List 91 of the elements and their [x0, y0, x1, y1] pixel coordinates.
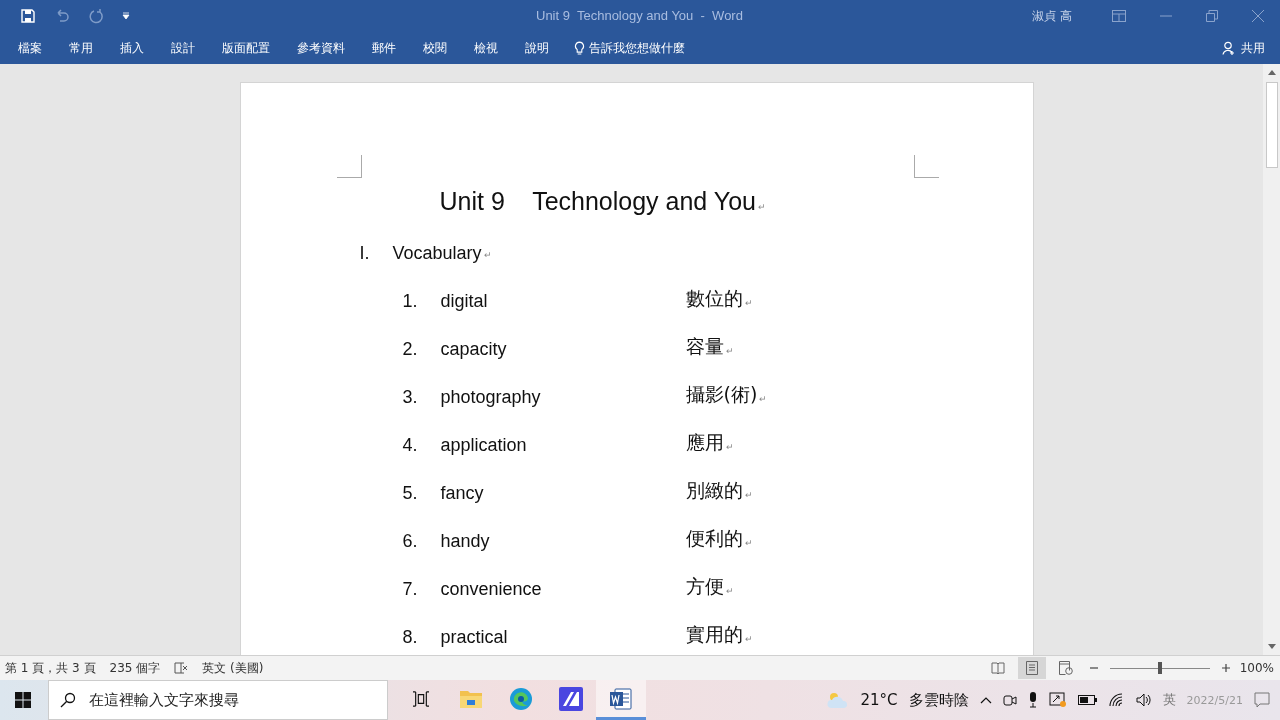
redo-icon[interactable] [88, 8, 104, 24]
word-meaning: 實用的 [685, 622, 743, 647]
list-number: 7. [402, 579, 419, 600]
ribbon-tab[interactable]: 檔案 [6, 35, 54, 61]
word-meaning: 別緻的 [685, 478, 743, 503]
list-number: 5. [402, 483, 419, 504]
paragraph-mark: ↵ [725, 586, 734, 596]
paragraph-mark: ↵ [744, 634, 753, 644]
vocabulary-word: fancy [440, 483, 485, 504]
ribbon-tab[interactable]: 常用 [57, 35, 105, 61]
weather-temperature[interactable]: 21°C [860, 691, 898, 709]
battery-icon[interactable] [1077, 695, 1098, 705]
input-method-indicator[interactable]: 英 [1162, 691, 1176, 709]
paragraph-mark: ↵ [725, 346, 734, 356]
paragraph-mark: ↵ [759, 394, 768, 404]
wifi-icon[interactable] [1108, 693, 1125, 707]
ribbon-tab[interactable]: 說明 [513, 35, 561, 61]
share-button[interactable]: 共用 [1222, 35, 1265, 61]
scroll-thumb[interactable] [1265, 82, 1278, 168]
zoom-thumb[interactable] [1157, 662, 1162, 674]
list-number: 2. [402, 339, 419, 360]
ribbon-display-icon[interactable] [1112, 10, 1126, 22]
page-count[interactable]: 第 1 頁，共 3 頁 [5, 659, 96, 677]
restore-icon[interactable] [1206, 10, 1218, 22]
word-meaning: 方便 [685, 574, 724, 599]
web-page-icon [1058, 661, 1073, 675]
ribbon-tab[interactable]: 校閱 [411, 35, 459, 61]
word-count[interactable]: 235 個字 [109, 659, 161, 677]
list-number: I. [359, 243, 371, 264]
lightbulb-icon [574, 40, 585, 56]
ribbon-tab[interactable]: 郵件 [360, 35, 408, 61]
list-number: 6. [402, 531, 419, 552]
list-number: 4. [402, 435, 419, 456]
word-meaning: 數位的 [685, 286, 743, 311]
windows-logo-icon[interactable] [15, 692, 31, 708]
ribbon-tab[interactable]: 版面配置 [210, 35, 282, 61]
ribbon-tab[interactable]: 參考資料 [285, 35, 357, 61]
ribbon-tab[interactable]: 插入 [108, 35, 156, 61]
chevron-up-icon[interactable] [979, 696, 992, 704]
word-meaning: 攝影(術) [685, 382, 758, 407]
list-number: 8. [402, 627, 419, 648]
vocabulary-word: application [440, 435, 528, 456]
word-meaning: 容量 [685, 334, 724, 359]
user-name[interactable]: 淑貞 高 [1032, 7, 1072, 25]
vertical-scrollbar[interactable] [1263, 64, 1280, 655]
save-icon[interactable] [20, 8, 36, 24]
print-layout-button[interactable] [1017, 657, 1046, 679]
vocabulary-word: convenience [440, 579, 543, 600]
caret-icon[interactable] [122, 12, 130, 20]
crop-mark [336, 155, 362, 178]
microphone-icon[interactable] [1027, 692, 1038, 708]
paragraph-mark: ↵ [757, 202, 766, 212]
person-icon [1222, 41, 1236, 55]
camera-icon[interactable] [1002, 693, 1017, 707]
paragraph-mark: ↵ [483, 250, 492, 260]
ribbon-tab[interactable]: 檢視 [462, 35, 510, 61]
word-meaning: 應用 [685, 430, 724, 455]
page-icon [1025, 661, 1038, 675]
list-number: 3. [402, 387, 419, 408]
document-title: Unit 9 Technology and You [439, 187, 756, 216]
task-view-icon [412, 690, 430, 707]
search-field[interactable]: 在這裡輸入文字來搜尋 [48, 680, 388, 720]
tell-me-button[interactable]: 告訴我您想做什麼 [574, 35, 685, 61]
zoom-level[interactable]: 100% [1239, 661, 1274, 675]
window-title: Unit 9 Technology and You - Word [536, 8, 743, 23]
proofing-icon[interactable] [174, 662, 189, 674]
section-heading: Vocabulary [392, 243, 482, 264]
close-icon[interactable] [1252, 10, 1264, 22]
speaker-icon[interactable] [1135, 693, 1152, 707]
vocabulary-word: practical [440, 627, 509, 648]
vocabulary-word: photography [440, 387, 542, 408]
list-number: 1. [402, 291, 419, 312]
word-meaning: 便利的 [685, 526, 743, 551]
crop-mark [913, 155, 939, 178]
paragraph-mark: ↵ [744, 490, 753, 500]
book-icon [990, 662, 1005, 674]
word-app-icon[interactable] [596, 680, 646, 720]
undo-icon[interactable] [54, 8, 70, 24]
weather-condition[interactable]: 多雲時陰 [908, 690, 969, 710]
language-status[interactable]: 英文 (美國) [202, 659, 264, 677]
vocabulary-word: handy [440, 531, 491, 552]
scroll-down-icon[interactable] [1267, 644, 1276, 650]
zoom-in-button[interactable] [1220, 663, 1231, 673]
vocabulary-word: capacity [440, 339, 508, 360]
paragraph-mark: ↵ [744, 538, 753, 548]
scroll-up-icon[interactable] [1267, 69, 1276, 75]
ribbon-tab[interactable]: 設計 [159, 35, 207, 61]
vocabulary-word: digital [440, 291, 489, 312]
screen-record-icon[interactable] [1048, 692, 1067, 708]
paragraph-mark: ↵ [744, 298, 753, 308]
paragraph-mark: ↵ [725, 442, 734, 452]
